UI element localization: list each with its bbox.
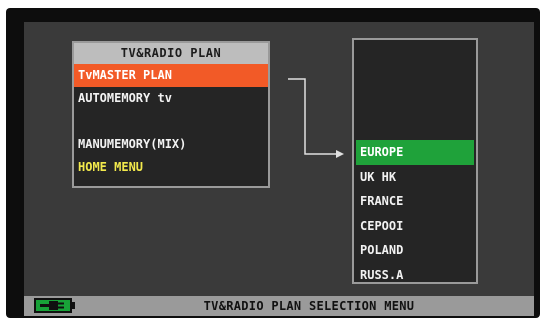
list-item-cepooi[interactable]: CEPOOI — [356, 214, 474, 239]
menu-item-automemory-tv[interactable]: AUTOMEMORY tv — [74, 87, 268, 110]
menu-item-home-menu[interactable]: HOME MENU — [74, 156, 268, 179]
screen: TV&RADIO PLAN TvMASTER PLAN AUTOMEMORY t… — [24, 22, 534, 316]
list-item-france[interactable]: FRANCE — [356, 189, 474, 214]
status-bar: TV&RADIO PLAN SELECTION MENU — [24, 296, 534, 316]
list-item-uk-hk[interactable]: UK HK — [356, 165, 474, 190]
menu-title: TV&RADIO PLAN — [74, 43, 268, 64]
plan-selection-list: EUROPE UK HK FRANCE CEPOOI POLAND RUSS.A — [352, 38, 478, 284]
menu-item-empty — [74, 110, 268, 133]
plug-icon — [40, 301, 64, 310]
status-bar-title: TV&RADIO PLAN SELECTION MENU — [203, 299, 415, 313]
tv-radio-plan-menu: TV&RADIO PLAN TvMASTER PLAN AUTOMEMORY t… — [72, 41, 270, 188]
device-bezel: TV&RADIO PLAN TvMASTER PLAN AUTOMEMORY t… — [6, 8, 540, 318]
connector-arrow-icon — [288, 78, 344, 158]
list-item-europe[interactable]: EUROPE — [356, 140, 474, 165]
menu-item-tvmaster-plan[interactable]: TvMASTER PLAN — [74, 64, 268, 87]
menu-item-manumemory-mix[interactable]: MANUMEMORY(MIX) — [74, 133, 268, 156]
list-item-russ-a[interactable]: RUSS.A — [356, 263, 474, 288]
battery-tip — [72, 302, 75, 309]
list-item-poland[interactable]: POLAND — [356, 238, 474, 263]
battery-plug-icon — [34, 298, 72, 313]
